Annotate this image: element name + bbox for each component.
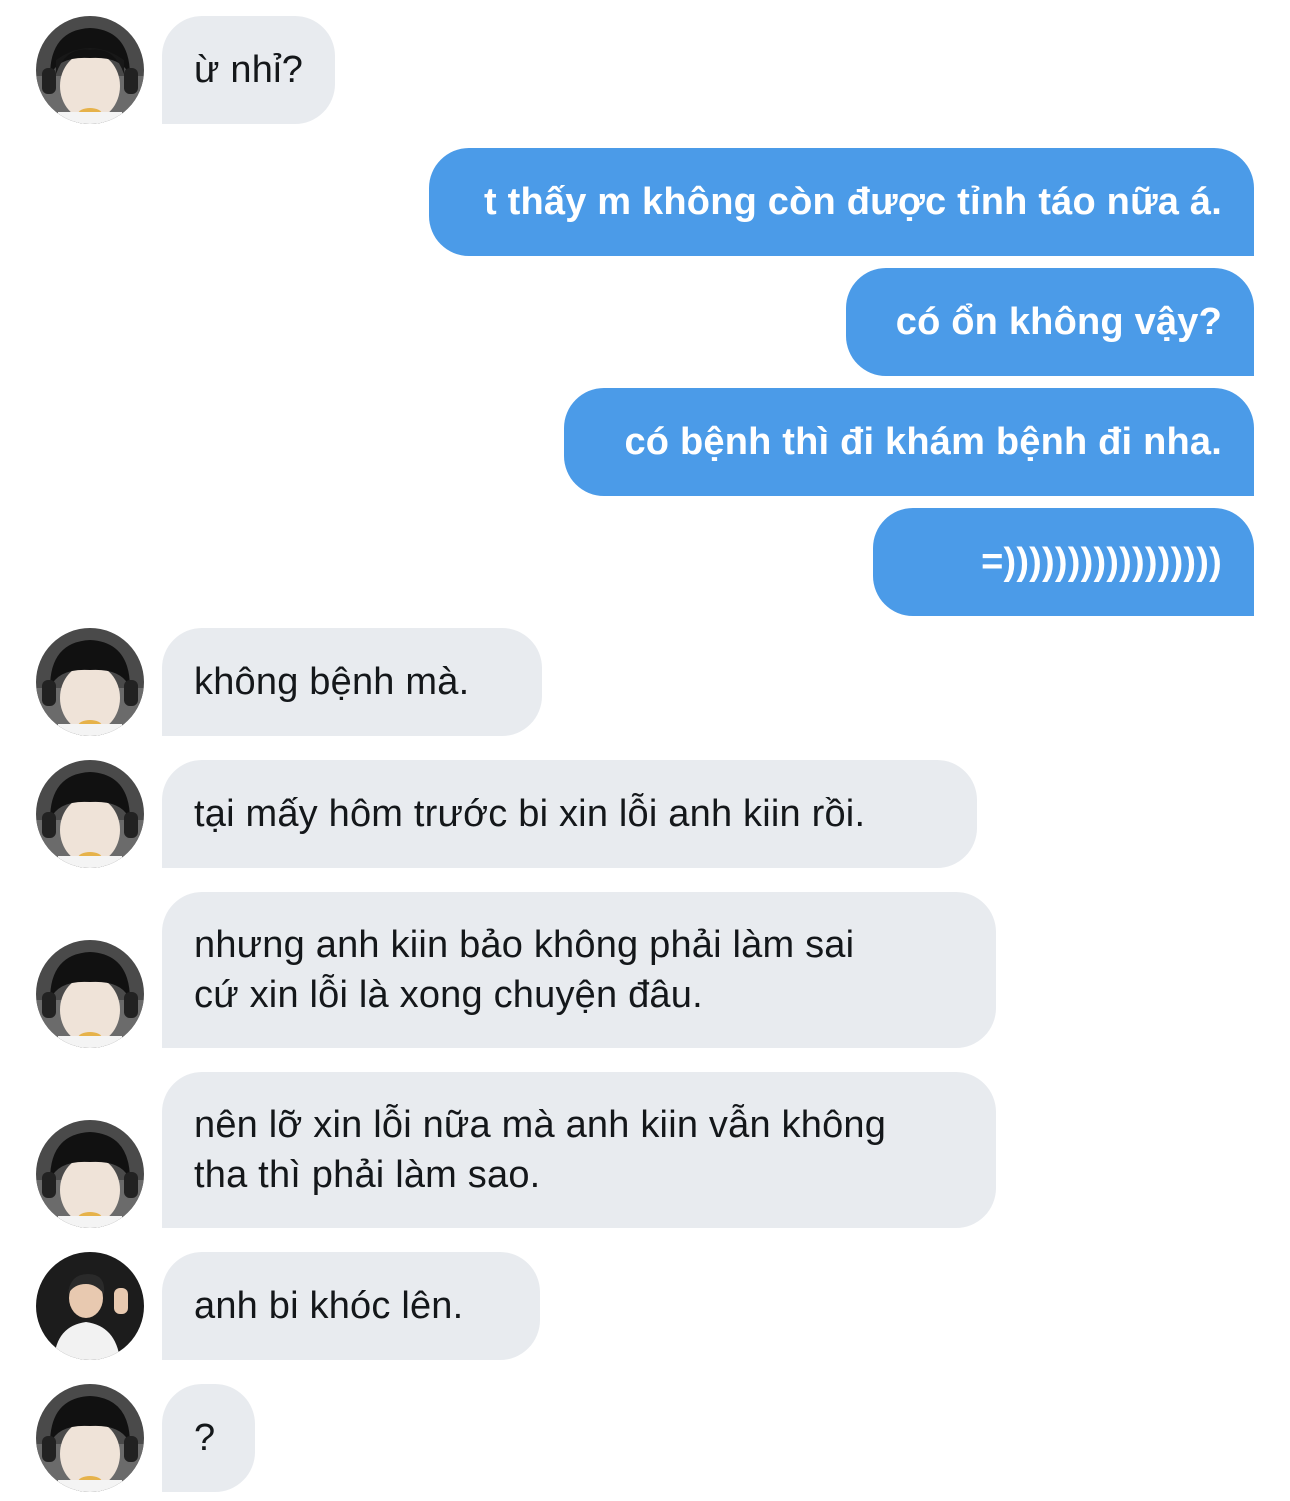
boy-headphones-avatar-icon bbox=[36, 16, 144, 124]
avatar[interactable] bbox=[36, 16, 144, 124]
message-bubble-incoming[interactable]: tại mấy hôm trước bi xin lỗi anh kiin rồ… bbox=[162, 760, 977, 868]
chat-thread: ừ nhỉ? t thấy m không còn được tỉnh táo … bbox=[0, 0, 1290, 1501]
boy-headphones-avatar-icon bbox=[36, 760, 144, 868]
message-bubble-outgoing[interactable]: có ổn không vậy? bbox=[846, 268, 1254, 376]
message-bubble-outgoing[interactable]: t thấy m không còn được tỉnh táo nữa á. bbox=[429, 148, 1254, 256]
avatar[interactable] bbox=[36, 940, 144, 1048]
message-bubble-incoming[interactable]: nhưng anh kiin bảo không phải làm sai cứ… bbox=[162, 892, 996, 1048]
message-bubble-incoming[interactable]: anh bi khóc lên. bbox=[162, 1252, 540, 1360]
avatar[interactable] bbox=[36, 628, 144, 736]
avatar[interactable] bbox=[36, 1384, 144, 1492]
message-text: t thấy m không còn được tỉnh táo nữa á. bbox=[483, 181, 1222, 223]
boy-headphones-avatar-icon bbox=[36, 1384, 144, 1492]
message-text: có ổn không vậy? bbox=[895, 301, 1222, 343]
message-text: ? bbox=[194, 1417, 216, 1459]
message-text: ừ nhỉ? bbox=[194, 49, 304, 91]
message-text: nên lỡ xin lỗi nữa mà anh kiin vẫn không bbox=[194, 1104, 887, 1146]
avatar[interactable] bbox=[36, 1252, 144, 1360]
boy-headphones-avatar-icon bbox=[36, 1120, 144, 1228]
message-bubble-outgoing[interactable]: có bệnh thì đi khám bệnh đi nha. bbox=[564, 388, 1254, 496]
avatar[interactable] bbox=[36, 760, 144, 868]
message-text: không bệnh mà. bbox=[194, 661, 470, 703]
avatar[interactable] bbox=[36, 1120, 144, 1228]
message-bubble-incoming[interactable]: không bệnh mà. bbox=[162, 628, 542, 736]
message-text: nhưng anh kiin bảo không phải làm sai bbox=[194, 924, 855, 966]
message-text: tại mấy hôm trước bi xin lỗi anh kiin rồ… bbox=[194, 793, 866, 835]
message-bubble-incoming[interactable]: ? bbox=[162, 1384, 255, 1492]
message-bubble-outgoing[interactable]: =))))))))))))))))) bbox=[873, 508, 1254, 616]
message-bubble-incoming[interactable]: nên lỡ xin lỗi nữa mà anh kiin vẫn không… bbox=[162, 1072, 996, 1228]
boy-headphones-avatar-icon bbox=[36, 628, 144, 736]
message-text: tha thì phải làm sao. bbox=[194, 1154, 541, 1196]
message-text: anh bi khóc lên. bbox=[194, 1285, 464, 1327]
man-white-shirt-avatar-icon bbox=[36, 1252, 144, 1360]
message-bubble-incoming[interactable]: ừ nhỉ? bbox=[162, 16, 336, 124]
message-text: =))))))))))))))))) bbox=[981, 541, 1222, 583]
message-text: cứ xin lỗi là xong chuyện đâu. bbox=[194, 974, 703, 1016]
boy-headphones-avatar-icon bbox=[36, 940, 144, 1048]
message-text: có bệnh thì đi khám bệnh đi nha. bbox=[624, 421, 1222, 463]
